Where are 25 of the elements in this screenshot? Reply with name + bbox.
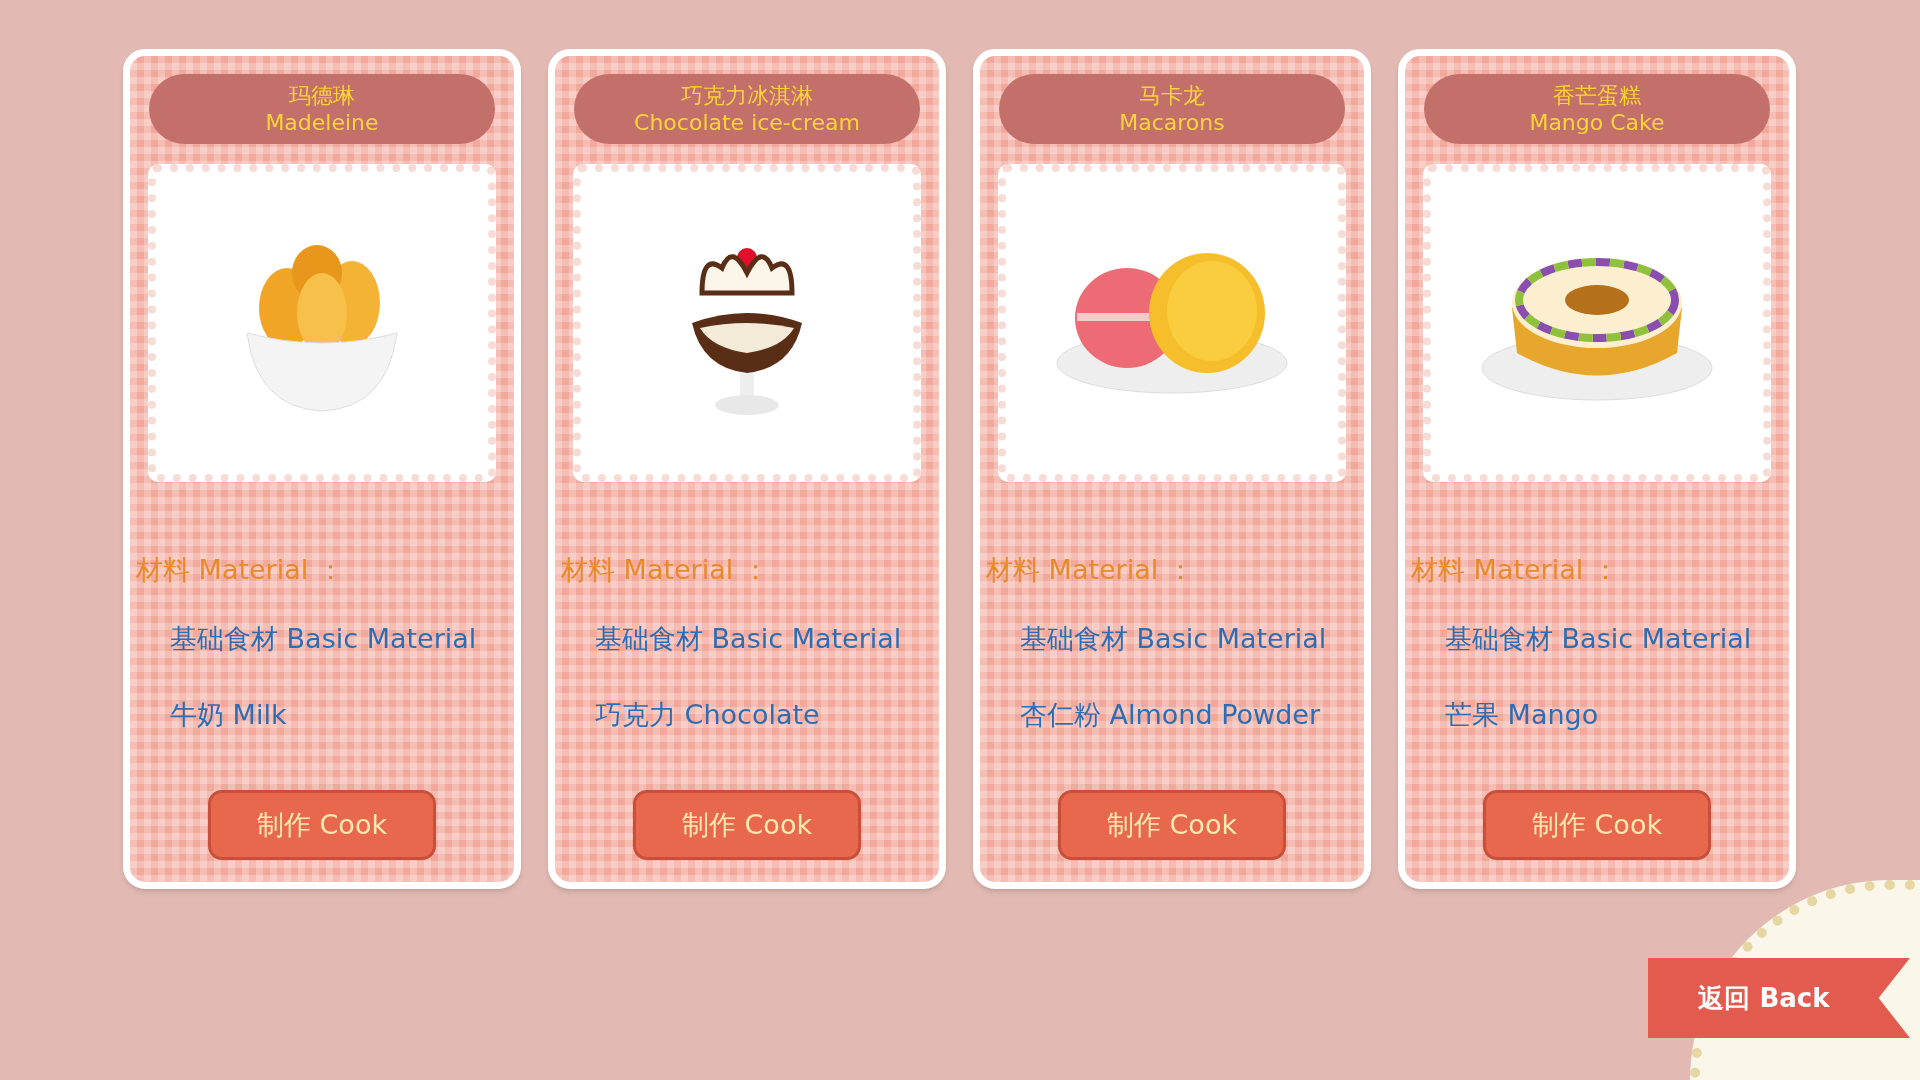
material-label: 材料 Material ：: [986, 553, 1194, 587]
cook-button[interactable]: 制作 Cook: [1058, 790, 1286, 860]
recipe-title-english: Madeleine: [265, 109, 379, 137]
ingredient-text: 基础食材 Basic Material: [170, 621, 477, 656]
recipe-title-chinese: 巧克力冰淇淋: [681, 81, 813, 109]
recipe-title-english: Mango Cake: [1529, 109, 1665, 137]
recipe-title-chinese: 马卡龙: [1139, 81, 1205, 109]
ingredient-text: 基础食材 Basic Material: [1020, 621, 1327, 656]
ingredient-text: 巧克力 Chocolate: [595, 698, 820, 732]
cook-button[interactable]: 制作 Cook: [633, 790, 861, 860]
recipe-title-chinese: 香芒蛋糕: [1553, 81, 1641, 109]
ingredient-text: 基础食材 Basic Material: [595, 621, 902, 656]
ingredient-text: 基础食材 Basic Material: [1445, 621, 1752, 656]
recipe-title-english: Macarons: [1119, 109, 1225, 137]
back-button[interactable]: 返回 Back: [1648, 958, 1910, 1038]
recipe-title-chinese: 玛德琳: [289, 81, 355, 109]
ingredient-text: 杏仁粉 Almond Powder: [1020, 698, 1320, 732]
material-label: 材料 Material ：: [561, 553, 769, 587]
cook-button[interactable]: 制作 Cook: [1483, 790, 1711, 860]
ingredient-text: 牛奶 Milk: [170, 698, 287, 732]
cook-button[interactable]: 制作 Cook: [208, 790, 436, 860]
recipe-title-english: Chocolate ice-cream: [634, 109, 860, 137]
ingredient-text: 芒果 Mango: [1445, 698, 1599, 732]
material-label: 材料 Material ：: [1411, 553, 1619, 587]
material-label: 材料 Material ：: [136, 553, 344, 587]
